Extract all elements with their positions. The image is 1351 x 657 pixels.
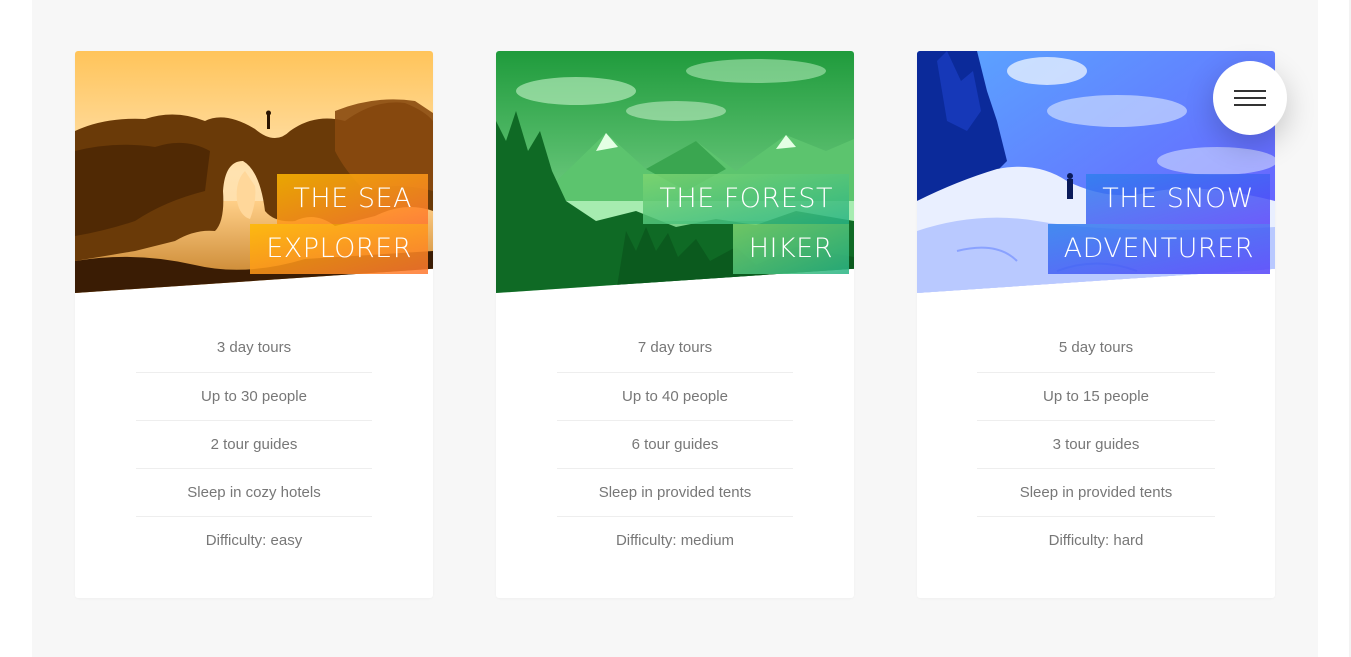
detail-item: 3 tour guides [977, 421, 1215, 469]
card-heading-line2: HIKER [732, 224, 849, 274]
card-heading: THE FOREST HIKER [643, 174, 849, 274]
detail-item: Up to 40 people [557, 373, 793, 421]
hamburger-icon-bar [1234, 97, 1266, 99]
detail-item: Sleep in provided tents [977, 469, 1215, 517]
detail-item: 2 tour guides [136, 421, 372, 469]
detail-item: 6 tour guides [557, 421, 793, 469]
card-heading-line1: THE FOREST [643, 174, 849, 224]
detail-item: Up to 15 people [977, 373, 1215, 421]
menu-button[interactable] [1213, 61, 1287, 135]
tour-card-snow-adventurer[interactable]: THE SNOW ADVENTURER 5 day tours Up to 15… [917, 51, 1275, 598]
detail-item: Sleep in cozy hotels [136, 469, 372, 517]
detail-item: Up to 30 people [136, 373, 372, 421]
card-heading-line2: ADVENTURER [1047, 224, 1270, 274]
tour-card-forest-hiker[interactable]: THE FOREST HIKER 7 day tours Up to 40 pe… [496, 51, 854, 598]
detail-item: Difficulty: easy [205, 532, 303, 549]
hamburger-icon-bar [1234, 104, 1266, 106]
hamburger-icon [1234, 90, 1266, 92]
card-heading-line2: EXPLORER [250, 224, 428, 274]
detail-item: Difficulty: hard [1048, 532, 1144, 549]
tours-section: THE SEA EXPLORER 3 day tours Up to 30 pe… [32, 0, 1318, 657]
card-details-list: 7 day tours Up to 40 people 6 tour guide… [557, 324, 793, 565]
detail-item: 7 day tours [557, 324, 793, 373]
card-heading-line1: THE SEA [277, 174, 428, 224]
card-details-list: 3 day tours Up to 30 people 2 tour guide… [136, 324, 372, 565]
card-details-list: 5 day tours Up to 15 people 3 tour guide… [977, 324, 1215, 565]
tour-card-sea-explorer[interactable]: THE SEA EXPLORER 3 day tours Up to 30 pe… [75, 51, 433, 598]
detail-item: Sleep in provided tents [557, 469, 793, 517]
detail-item: 3 day tours [136, 324, 372, 373]
detail-item: 5 day tours [977, 324, 1215, 373]
card-heading: THE SNOW ADVENTURER [1047, 174, 1270, 274]
card-heading-line1: THE SNOW [1086, 174, 1270, 224]
detail-item: Difficulty: medium [615, 532, 735, 549]
card-heading: THE SEA EXPLORER [250, 174, 428, 274]
